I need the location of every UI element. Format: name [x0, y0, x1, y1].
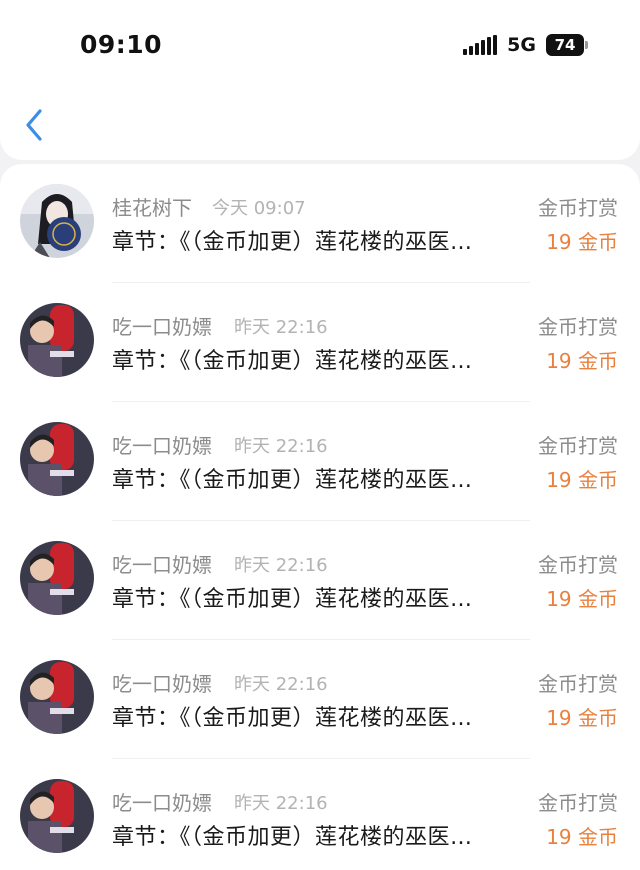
reward-amount: 19 金币	[546, 587, 618, 611]
chevron-left-icon	[26, 109, 42, 141]
avatar[interactable]	[20, 660, 94, 734]
reward-label: 金币打赏	[538, 315, 618, 339]
reward-label: 金币打赏	[538, 196, 618, 220]
list-item[interactable]: 吃一口奶嫖 昨天 22:16 章节：《（金币加更）莲花楼的巫医… 金币打赏 19…	[0, 759, 640, 870]
chapter-title: 章节：《（金币加更）莲花楼的巫医…	[112, 825, 473, 850]
user-name: 吃一口奶嫖	[112, 434, 212, 458]
avatar[interactable]	[20, 779, 94, 853]
chapter-title: 章节：《（金币加更）莲花楼的巫医…	[112, 468, 473, 493]
user-name: 吃一口奶嫖	[112, 315, 212, 339]
status-time: 09:10	[80, 30, 163, 59]
user-name: 吃一口奶嫖	[112, 672, 212, 696]
chapter-title: 章节：《（金币加更）莲花楼的巫医…	[112, 230, 473, 255]
timestamp: 昨天 22:16	[234, 793, 328, 814]
avatar[interactable]	[20, 303, 94, 377]
header: 09:10 5G 74	[0, 0, 640, 160]
list-item[interactable]: 桂花树下 今天 09:07 章节：《（金币加更）莲花楼的巫医… 金币打赏 19 …	[0, 164, 640, 283]
avatar[interactable]	[20, 422, 94, 496]
reward-label: 金币打赏	[538, 791, 618, 815]
signal-icon	[463, 35, 498, 55]
reward-list: 桂花树下 今天 09:07 章节：《（金币加更）莲花楼的巫医… 金币打赏 19 …	[0, 164, 640, 870]
timestamp: 昨天 22:16	[234, 674, 328, 695]
chapter-title: 章节：《（金币加更）莲花楼的巫医…	[112, 349, 473, 374]
timestamp: 昨天 22:16	[234, 555, 328, 576]
battery-tip	[585, 41, 588, 49]
chapter-title: 章节：《（金币加更）莲花楼的巫医…	[112, 587, 473, 612]
reward-label: 金币打赏	[538, 434, 618, 458]
list-item[interactable]: 吃一口奶嫖 昨天 22:16 章节：《（金币加更）莲花楼的巫医… 金币打赏 19…	[0, 640, 640, 759]
timestamp: 昨天 22:16	[234, 317, 328, 338]
user-name: 吃一口奶嫖	[112, 553, 212, 577]
network-type: 5G	[507, 34, 536, 56]
back-button[interactable]	[20, 106, 50, 144]
reward-amount: 19 金币	[546, 468, 618, 492]
reward-amount: 19 金币	[546, 706, 618, 730]
list-item[interactable]: 吃一口奶嫖 昨天 22:16 章节：《（金币加更）莲花楼的巫医… 金币打赏 19…	[0, 402, 640, 521]
status-icons: 5G 74	[463, 34, 588, 56]
user-name: 吃一口奶嫖	[112, 791, 212, 815]
timestamp: 昨天 22:16	[234, 436, 328, 457]
reward-label: 金币打赏	[538, 672, 618, 696]
avatar[interactable]	[20, 541, 94, 615]
user-name: 桂花树下	[112, 196, 192, 220]
timestamp: 今天 09:07	[212, 198, 306, 219]
reward-label: 金币打赏	[538, 553, 618, 577]
chapter-title: 章节：《（金币加更）莲花楼的巫医…	[112, 706, 473, 731]
list-item[interactable]: 吃一口奶嫖 昨天 22:16 章节：《（金币加更）莲花楼的巫医… 金币打赏 19…	[0, 521, 640, 640]
reward-amount: 19 金币	[546, 825, 618, 849]
reward-amount: 19 金币	[546, 230, 618, 254]
reward-amount: 19 金币	[546, 349, 618, 373]
list-item[interactable]: 吃一口奶嫖 昨天 22:16 章节：《（金币加更）莲花楼的巫医… 金币打赏 19…	[0, 283, 640, 402]
avatar[interactable]	[20, 184, 94, 258]
battery-icon: 74	[546, 34, 584, 56]
